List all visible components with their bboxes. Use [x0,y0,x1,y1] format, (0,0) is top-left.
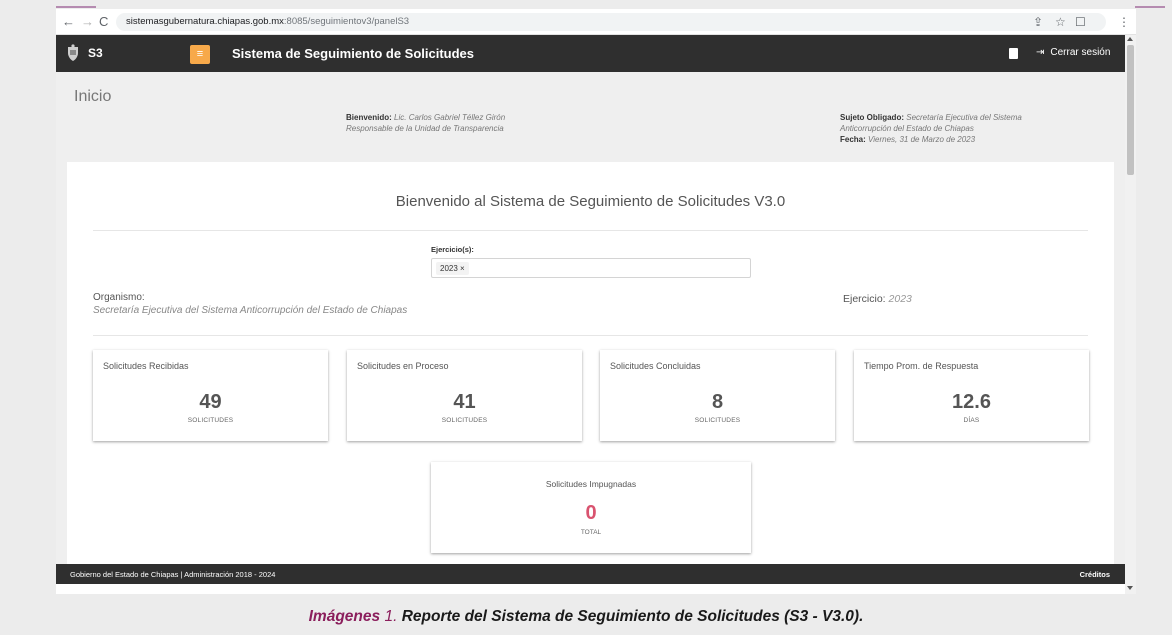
stat-value: 41 [453,391,476,413]
welcome-label: Bienvenido: [346,113,392,122]
star-icon[interactable]: ☆ [1055,13,1066,31]
welcome-role: Responsable de la Unidad de Transparenci… [346,124,504,133]
stat-card-impugnadas: Solicitudes Impugnadas 0 TOTAL [431,462,751,553]
caption-lead: Imágenes [308,608,381,625]
sujeto-value-2: Anticorrupción del Estado de Chiapas [840,124,974,133]
stat-unit: SOLICITUDES [694,417,741,424]
back-icon[interactable]: ← [62,13,75,31]
url-host: sistemasgubernatura.chiapas.gob.mx [126,16,284,27]
welcome-heading: Bienvenido al Sistema de Seguimiento de … [395,193,786,210]
ejercicio-label: Ejercicio(s): [431,245,474,254]
scroll-thumb[interactable] [1127,45,1134,175]
ejercicio-select[interactable]: 2023 × [431,258,751,278]
stat-unit: DÍAS [963,417,980,424]
menu-toggle-button[interactable]: ≡ [190,45,210,64]
organismo-label: Organismo: [93,292,145,303]
sujeto-label: Sujeto Obligado: [840,113,904,122]
accent-line-right [1135,6,1165,8]
divider [93,230,1088,231]
stat-label: Tiempo Prom. de Respuesta [864,361,979,371]
logout-icon: ⇥ [1036,47,1045,58]
welcome-info: Bienvenido: Lic. Carlos Gabriel Téllez G… [346,112,505,134]
ejercicio-chip[interactable]: 2023 × [436,262,469,275]
stat-unit: SOLICITUDES [187,417,234,424]
stat-value: 0 [585,502,597,524]
logout-label: Cerrar sesión [1050,47,1111,58]
stat-label: Solicitudes Concluidas [610,361,701,371]
stat-card-proceso: Solicitudes en Proceso 41 SOLICITUDES [347,350,582,441]
book-icon[interactable] [1009,48,1018,59]
stat-label: Solicitudes en Proceso [357,361,449,371]
sujeto-info: Sujeto Obligado: Secretaría Ejecutiva de… [840,112,1022,145]
stat-card-recibidas: Solicitudes Recibidas 49 SOLICITUDES [93,350,328,441]
figure-caption: Imágenes 1. Reporte del Sistema de Segui… [0,608,1172,626]
url-path: :8085/seguimientov3/panelS3 [283,16,410,27]
stat-unit: SOLICITUDES [441,417,488,424]
accent-line-left [56,6,96,8]
reload-icon[interactable]: C [99,13,108,31]
scrollbar[interactable] [1125,35,1136,594]
stat-label: Solicitudes Recibidas [103,361,189,371]
welcome-name: Lic. Carlos Gabriel Téllez Girón [394,113,506,122]
scroll-down-icon[interactable] [1127,586,1133,590]
credits-link[interactable]: Créditos [1080,570,1110,579]
stat-unit: TOTAL [580,529,602,536]
sujeto-value-1: Secretaría Ejecutiva del Sistema [906,113,1022,122]
divider [93,335,1088,336]
address-bar: ← → C sistemasgubernatura.chiapas.gob.mx… [56,9,1136,35]
forward-icon[interactable]: → [81,13,94,31]
caption-number: 1. [384,608,398,625]
stat-value: 12.6 [952,391,991,413]
app-title: Sistema de Seguimiento de Solicitudes [232,46,475,61]
shield-logo-icon [68,44,78,61]
kebab-menu-icon[interactable]: ⋮ [1118,13,1130,31]
ejercicio-summary-value: 2023 [888,293,912,305]
organismo-value: Secretaría Ejecutiva del Sistema Anticor… [93,305,408,316]
stat-value: 49 [199,391,222,413]
app-footer: Gobierno del Estado de Chiapas | Adminis… [56,564,1125,584]
dashboard-card: Bienvenido al Sistema de Seguimiento de … [67,162,1114,572]
app-navbar: S3 ≡ Sistema de Seguimiento de Solicitud… [56,35,1125,72]
caption-text: Reporte del Sistema de Seguimiento de So… [401,608,864,625]
ejercicio-summary: Ejercicio: 2023 [843,293,912,305]
stat-card-tiempo: Tiempo Prom. de Respuesta 12.6 DÍAS [854,350,1089,441]
footer-text: Gobierno del Estado de Chiapas | Adminis… [70,570,276,579]
ejercicio-summary-label: Ejercicio: [843,293,886,305]
stat-value: 8 [711,391,724,413]
page-title: Inicio [74,88,112,105]
window-icon[interactable]: ☐ [1075,13,1086,31]
logout-button[interactable]: ⇥ Cerrar sesión [1036,47,1110,58]
fecha-value: Viernes, 31 de Marzo de 2023 [868,135,976,144]
stat-card-concluidas: Solicitudes Concluidas 8 SOLICITUDES [600,350,835,441]
browser-window: ← → C sistemasgubernatura.chiapas.gob.mx… [56,9,1136,594]
share-icon[interactable]: ⇪ [1033,13,1043,31]
scroll-up-icon[interactable] [1127,37,1133,41]
stat-label: Solicitudes Impugnadas [545,479,637,489]
url-field[interactable]: sistemasgubernatura.chiapas.gob.mx:8085/… [116,13,1106,31]
fecha-label: Fecha: [840,135,866,144]
page-body: Inicio Bienvenido: Lic. Carlos Gabriel T… [56,72,1125,572]
brand-label[interactable]: S3 [88,46,103,60]
